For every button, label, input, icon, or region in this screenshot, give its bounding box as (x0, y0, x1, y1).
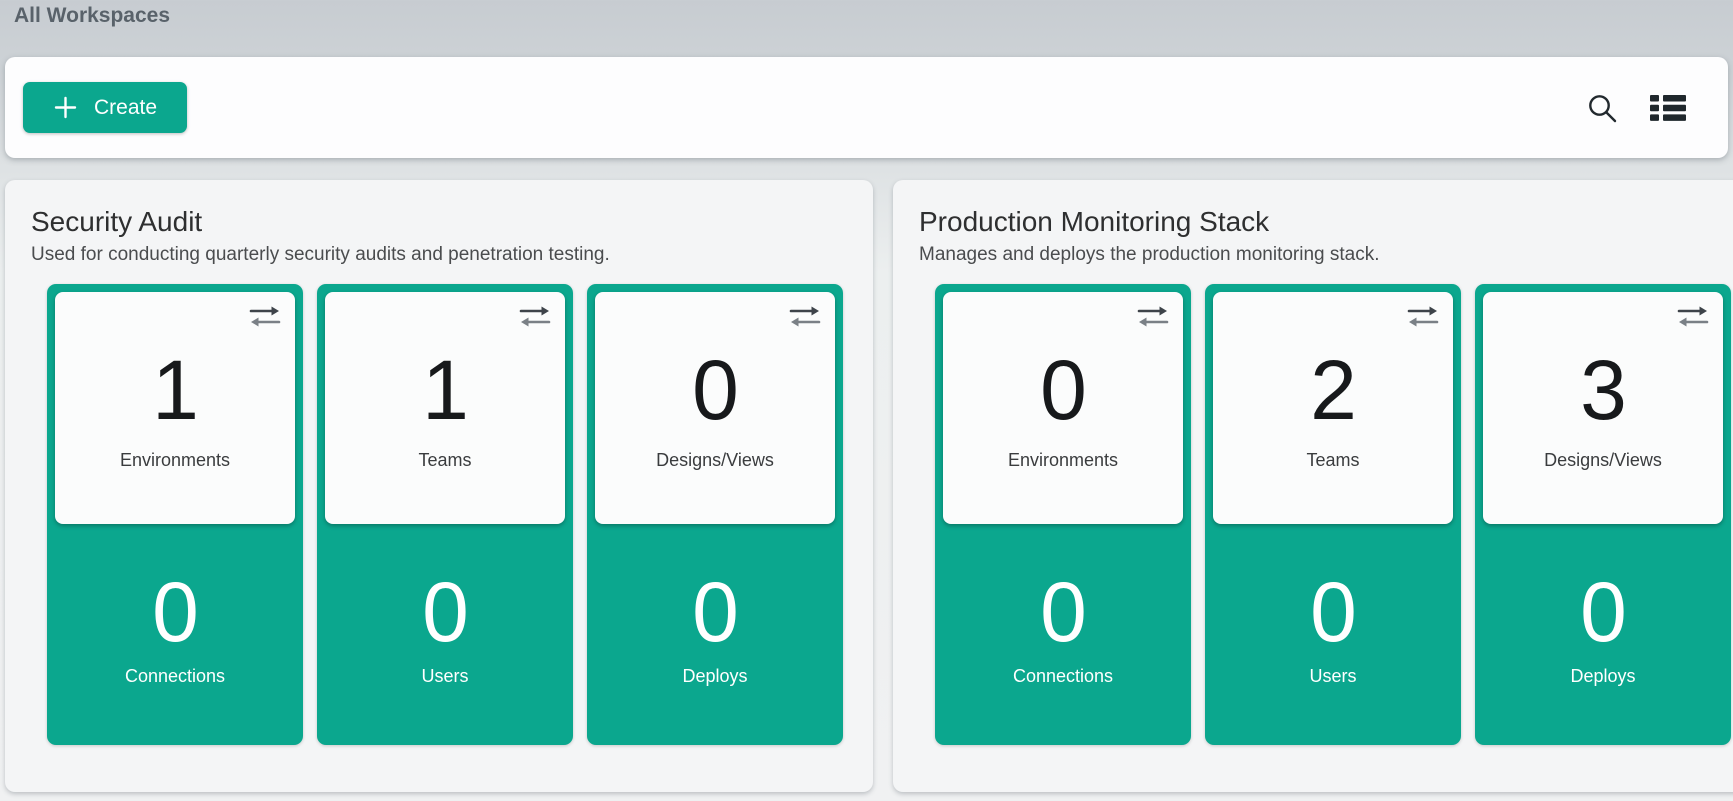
stat-tile-top: 1 Teams (325, 292, 565, 524)
swap-arrows-icon[interactable] (1406, 304, 1440, 335)
stat-tile-top: 0 Designs/Views (595, 292, 835, 524)
tile-top-label: Designs/Views (1544, 450, 1662, 471)
tile-bottom-label: Connections (125, 666, 225, 687)
tile-top-value: 0 (1040, 348, 1086, 432)
stat-tile-bottom: 0 Deploys (595, 524, 835, 745)
swap-arrows-icon[interactable] (518, 304, 552, 335)
swap-arrows-icon[interactable] (1136, 304, 1170, 335)
tile-bottom-label: Deploys (1570, 666, 1635, 687)
stat-tile-bottom: 0 Deploys (1483, 524, 1723, 745)
stat-tile-bottom: 0 Users (1213, 524, 1453, 745)
swap-arrows-icon[interactable] (788, 304, 822, 335)
stat-tile-bottom: 0 Users (325, 524, 565, 745)
create-button[interactable]: Create (23, 82, 187, 133)
tile-top-value: 1 (152, 348, 198, 432)
stat-tile-designs-views[interactable]: 3 Designs/Views 0 Deploys (1475, 284, 1731, 745)
stat-tiles-row: 0 Environments 0 Connections (935, 284, 1731, 745)
tile-bottom-value: 0 (1040, 570, 1086, 654)
tile-bottom-label: Connections (1013, 666, 1113, 687)
swap-arrows-icon[interactable] (248, 304, 282, 335)
workspace-description: Used for conducting quarterly security a… (31, 244, 843, 266)
swap-arrows-icon[interactable] (1676, 304, 1710, 335)
tile-bottom-value: 0 (422, 570, 468, 654)
tile-top-value: 0 (692, 348, 738, 432)
workspace-card-security-audit[interactable]: Security Audit Used for conducting quart… (5, 180, 873, 792)
tile-bottom-label: Users (1309, 666, 1356, 687)
tile-bottom-value: 0 (1310, 570, 1356, 654)
tile-bottom-value: 0 (692, 570, 738, 654)
tile-top-label: Environments (1008, 450, 1118, 471)
toolbar: Create (5, 57, 1728, 158)
tile-bottom-value: 0 (1580, 570, 1626, 654)
workspace-description: Manages and deploys the production monit… (919, 244, 1731, 266)
list-view-icon[interactable] (1648, 91, 1688, 125)
tile-top-value: 2 (1310, 348, 1356, 432)
workspace-card-production-monitoring-stack[interactable]: Production Monitoring Stack Manages and … (893, 180, 1733, 792)
tile-bottom-label: Users (421, 666, 468, 687)
tile-bottom-value: 0 (152, 570, 198, 654)
stat-tile-top: 0 Environments (943, 292, 1183, 524)
stat-tile-top: 3 Designs/Views (1483, 292, 1723, 524)
tile-top-label: Environments (120, 450, 230, 471)
stat-tile-designs-views[interactable]: 0 Designs/Views 0 Deploys (587, 284, 843, 745)
stat-tiles-row: 1 Environments 0 Connections (47, 284, 843, 745)
tile-top-value: 3 (1580, 348, 1626, 432)
tile-bottom-label: Deploys (682, 666, 747, 687)
plus-icon (53, 95, 78, 120)
stat-tile-teams[interactable]: 2 Teams 0 Users (1205, 284, 1461, 745)
create-button-label: Create (94, 96, 157, 120)
tile-top-label: Designs/Views (656, 450, 774, 471)
tile-top-label: Teams (1306, 450, 1359, 471)
stat-tile-top: 1 Environments (55, 292, 295, 524)
stat-tile-teams[interactable]: 1 Teams 0 Users (317, 284, 573, 745)
stat-tile-environments[interactable]: 0 Environments 0 Connections (935, 284, 1191, 745)
workspace-title: Production Monitoring Stack (919, 206, 1731, 238)
toolbar-icons (1584, 90, 1688, 126)
search-icon[interactable] (1584, 90, 1620, 126)
stat-tile-bottom: 0 Connections (55, 524, 295, 745)
page-title: All Workspaces (0, 0, 1733, 30)
stat-tile-top: 2 Teams (1213, 292, 1453, 524)
stat-tile-bottom: 0 Connections (943, 524, 1183, 745)
workspaces-row: Security Audit Used for conducting quart… (5, 180, 1728, 792)
workspace-title: Security Audit (31, 206, 843, 238)
tile-top-value: 1 (422, 348, 468, 432)
stat-tile-environments[interactable]: 1 Environments 0 Connections (47, 284, 303, 745)
tile-top-label: Teams (418, 450, 471, 471)
